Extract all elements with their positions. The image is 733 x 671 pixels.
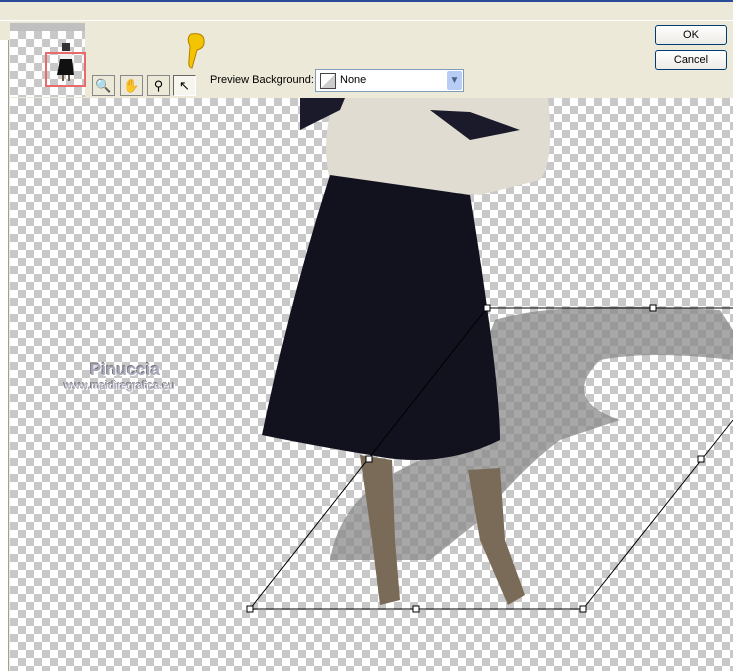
left-panel-edge <box>0 40 9 671</box>
figure-skirt <box>262 175 500 460</box>
arrow-pointer-icon: ↖ <box>179 77 190 93</box>
pan-zoom-button[interactable]: 🔍 <box>92 75 115 96</box>
watermark-url: www.maidiregrafica.eu <box>64 380 175 392</box>
hand-icon: ✋ <box>123 77 140 93</box>
pointer-tool-button[interactable]: ↖ <box>173 75 196 96</box>
preview-background-select[interactable]: None ▼ <box>315 69 464 92</box>
pointing-hand-icon <box>187 33 205 69</box>
cancel-button[interactable]: Cancel <box>655 50 727 70</box>
navigator-view-frame[interactable] <box>45 52 86 87</box>
ok-button[interactable]: OK <box>655 25 727 45</box>
divider <box>0 20 733 21</box>
hand-tool-button[interactable]: ✋ <box>120 75 143 96</box>
title-bar-edge <box>0 0 733 2</box>
preview-canvas[interactable]: Pinuccia www.maidiregrafica.eu <box>10 98 733 671</box>
preview-background-value: None <box>340 74 367 86</box>
watermark-name: Pinuccia <box>90 360 160 379</box>
chevron-down-icon[interactable]: ▼ <box>447 71 462 90</box>
checker-swatch-icon <box>320 73 336 89</box>
pan-zoom-icon: 🔍 <box>95 77 112 93</box>
zoom-tool-button[interactable]: ⚲ <box>147 75 170 96</box>
magnifier-icon: ⚲ <box>153 77 164 93</box>
preview-background-label: Preview Background: <box>210 74 314 86</box>
